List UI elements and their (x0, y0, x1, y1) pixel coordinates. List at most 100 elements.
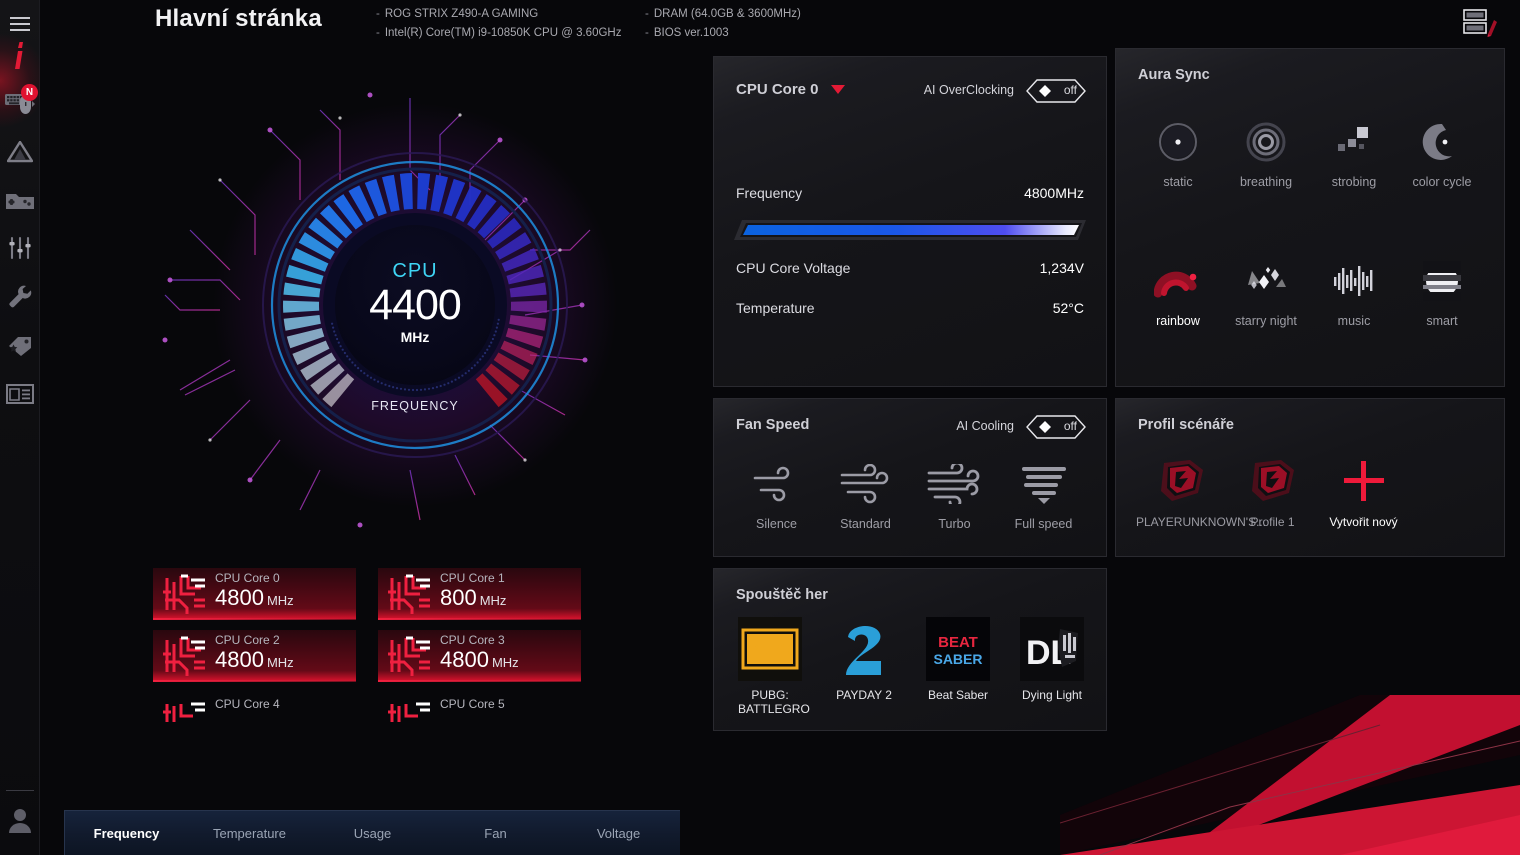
aura-sync-title: Aura Sync (1138, 67, 1210, 83)
gauge-readout: CPU 4400 MHz (335, 225, 495, 385)
core-circuit-icon (163, 702, 205, 722)
voltage-row: CPU Core Voltage 1,234V (736, 260, 1084, 276)
wind-1-icon (732, 457, 821, 511)
voltage-key: CPU Core Voltage (736, 260, 851, 276)
pubg-icon: PUBG (738, 617, 802, 681)
core-tile-5[interactable]: CPU Core 5 (378, 692, 581, 722)
core-tile-0[interactable]: CPU Core 0 4800 MHz (153, 568, 356, 620)
scenario-profile-item-1[interactable]: Profile 1 (1227, 453, 1318, 530)
scenario-profile-panel: Profil scénáře PLAYERUNKNOWN'S... Profil… (1115, 398, 1505, 557)
edit-layout-button[interactable] (1460, 6, 1498, 40)
game-item-dying-light[interactable]: DL Dying Light (1020, 617, 1084, 716)
sidebar-item-aura[interactable] (0, 128, 40, 176)
game-label: Beat Saber (927, 688, 989, 702)
fan-mode-standard[interactable]: Standard (821, 457, 910, 532)
fan-mode-turbo[interactable]: Turbo (910, 457, 999, 532)
fan-mode-label: Standard (840, 517, 891, 531)
aura-mode-label: static (1163, 175, 1193, 189)
sidebar-item-tuning[interactable] (0, 224, 40, 272)
rog-profile-icon (1136, 453, 1227, 509)
tab-frequency[interactable]: Frequency (65, 826, 188, 841)
aura-mode-music[interactable]: music (1310, 254, 1398, 329)
game-label: PAYDAY 2 (836, 688, 892, 702)
sidebar-divider (6, 790, 34, 791)
smart-icon (1398, 254, 1486, 308)
tab-voltage[interactable]: Voltage (557, 826, 680, 841)
core-name: CPU Core 0 (215, 571, 280, 585)
ai-cooling-toggle[interactable]: off (1026, 415, 1086, 439)
tab-temperature[interactable]: Temperature (188, 826, 311, 841)
system-info-column-1: - ROG STRIX Z490-A GAMING - Intel(R) Core(… (376, 8, 622, 39)
selected-core-label[interactable]: CPU Core 0 (736, 81, 819, 98)
aura-mode-label: breathing (1239, 175, 1293, 189)
gauge-caption: FREQUENCY (371, 399, 459, 413)
core-tile-1[interactable]: CPU Core 1 800 MHz (378, 568, 581, 620)
core-row: CPU Core 4 CPU Core 5 (153, 692, 613, 722)
scenario-profile-item-0[interactable]: PLAYERUNKNOWN'S... (1136, 453, 1266, 530)
game-item-payday2[interactable]: PAYDAY 2 (832, 617, 896, 716)
core-selector[interactable]: CPU Core 0 (736, 81, 845, 98)
aura-mode-strobing[interactable]: strobing (1310, 115, 1398, 190)
core-circuit-icon (388, 636, 430, 676)
game-library-icon (5, 189, 35, 211)
core-tile-2[interactable]: CPU Core 2 4800 MHz (153, 630, 356, 682)
aura-mode-rainbow[interactable]: rainbow (1134, 254, 1222, 329)
fan-mode-label: Turbo (938, 517, 971, 531)
game-item-beat-saber[interactable]: BEAT SABER Beat Saber (926, 617, 990, 716)
aura-mode-static[interactable]: static (1134, 115, 1222, 190)
gauge-metric-label: CPU (392, 259, 438, 282)
core-circuit-icon (163, 574, 205, 614)
core-row: CPU Core 0 4800 MHz CPU Core 1 800 MHz (153, 568, 613, 620)
plus-icon (1318, 453, 1409, 509)
system-info-column-2: - DRAM (64.0GB & 3600MHz) - BIOS ver.1003 (645, 8, 801, 39)
color-cycle-icon (1398, 115, 1486, 169)
sidebar-item-account[interactable] (0, 796, 40, 844)
strobing-icon (1310, 115, 1398, 169)
sidebar-item-game-library[interactable] (0, 176, 40, 224)
voltage-value: 1,234V (1039, 260, 1084, 276)
scenario-profile-create-new[interactable]: Vytvořit nový (1318, 453, 1409, 530)
cpu-frequency-gauge: CPU 4400 MHz FREQUENCY (205, 95, 625, 515)
sidebar-item-news[interactable] (0, 370, 40, 418)
game-label: Dying Light (1021, 688, 1083, 702)
fan-speed-panel: Fan Speed AI Cooling off Silence Standar… (713, 398, 1107, 557)
wind-3-icon (910, 457, 999, 511)
aura-mode-starry-night[interactable]: starry night (1222, 254, 1310, 329)
fan-mode-silence[interactable]: Silence (732, 457, 821, 532)
core-freq-value: 4800 (215, 585, 264, 610)
music-icon (1310, 254, 1398, 308)
account-icon (8, 807, 32, 833)
frequency-progress-bar (734, 220, 1086, 240)
chevron-down-icon[interactable] (830, 85, 845, 94)
sidebar-item-tools[interactable] (0, 272, 40, 320)
sidebar-item-home[interactable] (0, 32, 40, 80)
header: Hlavní stránka - ROG STRIX Z490-A GAMING … (40, 0, 1520, 50)
aura-mode-color-cycle[interactable]: color cycle (1398, 115, 1486, 190)
svg-text:BEAT: BEAT (938, 634, 978, 651)
aura-mode-smart[interactable]: smart (1398, 254, 1486, 329)
sidebar-item-deals[interactable] (0, 322, 40, 370)
tab-usage[interactable]: Usage (311, 826, 434, 841)
aura-mode-grid-row1: static breathing strobing color cycle (1134, 115, 1486, 190)
aura-mode-grid-row2: rainbow starry night music smart (1134, 254, 1486, 329)
core-freq-value: 800 (440, 585, 477, 610)
core-tile-4[interactable]: CPU Core 4 (153, 692, 356, 722)
aura-mode-breathing[interactable]: breathing (1222, 115, 1310, 190)
fan-mode-full-speed[interactable]: Full speed (999, 457, 1088, 532)
core-tile-3[interactable]: CPU Core 3 4800 MHz (378, 630, 581, 682)
static-icon (1134, 115, 1222, 169)
core-name: CPU Core 4 (215, 697, 280, 711)
sidebar-item-devices[interactable]: N (0, 80, 40, 128)
tab-fan[interactable]: Fan (434, 826, 557, 841)
ai-overclocking-toggle[interactable]: off (1026, 79, 1086, 103)
aura-sync-panel: Aura Sync static breathing strobing colo… (1115, 48, 1505, 387)
aura-mode-label: color cycle (1412, 175, 1472, 189)
temperature-key: Temperature (736, 300, 815, 316)
core-name: CPU Core 3 (440, 633, 505, 647)
game-item-pubg[interactable]: PUBG PUBG: BATTLEGRO (738, 617, 810, 716)
scenario-profile-label: Vytvořit nový (1329, 515, 1398, 529)
cpu-core-detail-panel: CPU Core 0 AI OverClocking off Frequency… (713, 56, 1107, 387)
aura-mode-label: smart (1426, 314, 1458, 328)
beat-saber-icon: BEAT SABER (926, 617, 990, 681)
rog-profile-icon (1227, 453, 1318, 509)
